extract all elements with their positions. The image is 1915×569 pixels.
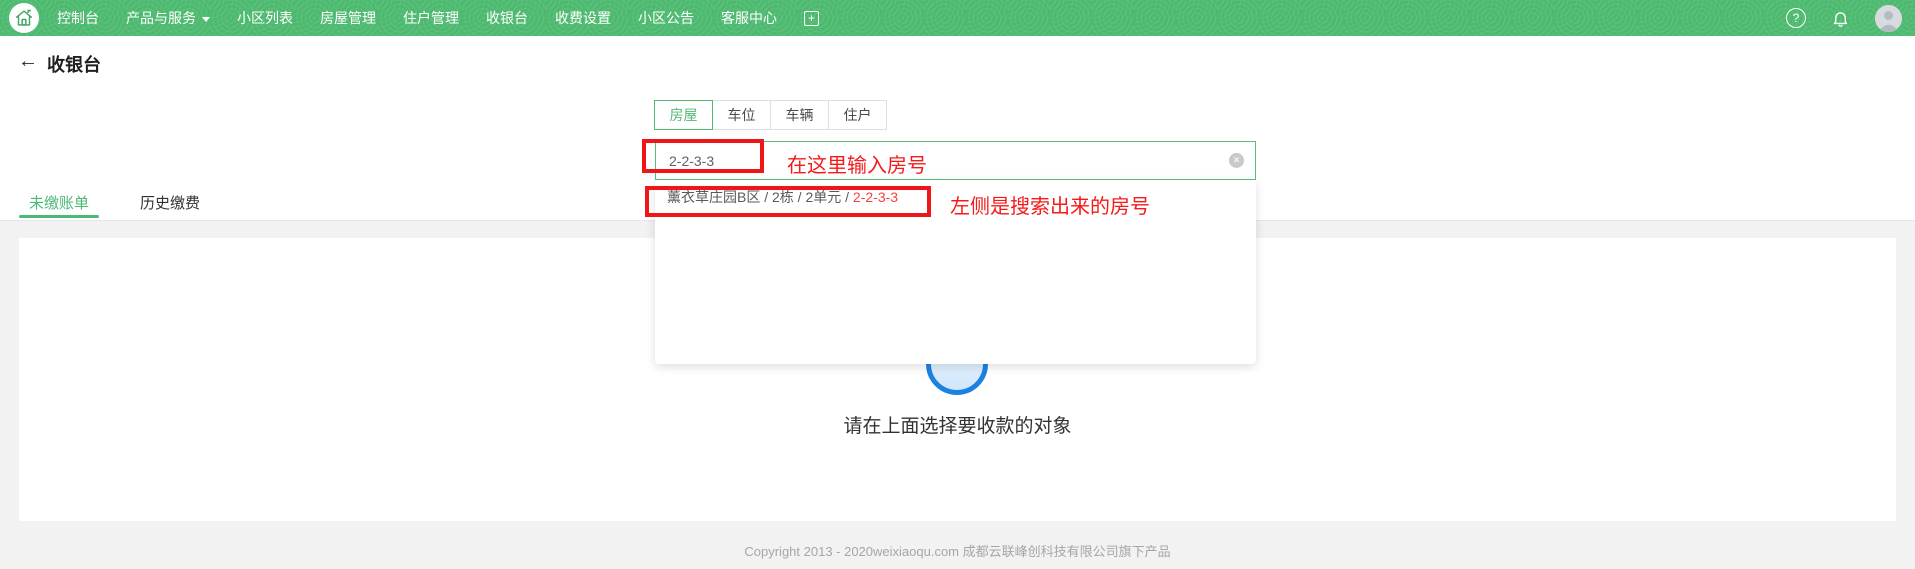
type-tab-house[interactable]: 房屋 (654, 100, 713, 130)
tab-unpaid-bills[interactable]: 未缴账单 (19, 192, 99, 213)
result-match-text: 2-2-3-3 (852, 189, 899, 205)
nav-item-console[interactable]: 控制台 (57, 8, 99, 28)
copyright-text: Copyright 2013 - 2020weixiaoqu.com 成都云联峰… (744, 544, 1171, 559)
nav-item-service-center[interactable]: 客服中心 (721, 8, 777, 28)
room-search-input[interactable] (656, 142, 1229, 179)
plus-square-icon[interactable]: + (804, 10, 819, 26)
top-navbar: 控制台 产品与服务 小区列表 房屋管理 住户管理 收银台 收费设置 小区公告 客… (0, 0, 1915, 36)
result-prefix: 薰衣草庄园B区 / 2栋 / 2单元 / (667, 189, 853, 205)
bell-icon[interactable] (1831, 9, 1850, 28)
nav-item-fee-settings[interactable]: 收费设置 (555, 8, 611, 28)
chevron-down-icon (202, 16, 210, 22)
type-tab-vehicle[interactable]: 车辆 (770, 100, 829, 130)
empty-state-message: 请在上面选择要收款的对象 (843, 416, 1072, 437)
avatar[interactable] (1875, 4, 1902, 32)
search-results-dropdown: 薰衣草庄园B区 / 2栋 / 2单元 / 2-2-3-3 (655, 180, 1256, 364)
back-arrow-icon[interactable]: ← (18, 50, 38, 73)
search-result-item[interactable]: 薰衣草庄园B区 / 2栋 / 2单元 / 2-2-3-3 (655, 180, 1256, 214)
nav-item-community-notice[interactable]: 小区公告 (638, 8, 694, 28)
app-logo[interactable] (9, 3, 39, 33)
nav-item-cashier[interactable]: 收银台 (486, 8, 528, 28)
tab-payment-history[interactable]: 历史缴费 (130, 192, 210, 213)
room-search-box: ✕ (655, 141, 1256, 180)
object-type-tabs: 房屋 车位 车辆 住户 (654, 100, 887, 130)
nav-item-community-list[interactable]: 小区列表 (237, 8, 293, 28)
navbar-right: ? (1786, 0, 1902, 36)
nav-item-products-services[interactable]: 产品与服务 (126, 8, 210, 28)
cashier-page: 控制台 产品与服务 小区列表 房屋管理 住户管理 收银台 收费设置 小区公告 客… (0, 0, 1915, 569)
active-tab-underline (19, 215, 99, 218)
nav-item-resident-management[interactable]: 住户管理 (403, 8, 459, 28)
type-tab-parking-space[interactable]: 车位 (712, 100, 771, 130)
clear-input-icon[interactable]: ✕ (1229, 153, 1244, 168)
house-logo-icon (13, 7, 35, 29)
nav-item-products-services-label: 产品与服务 (126, 10, 196, 26)
page-title: 收银台 (47, 55, 101, 75)
nav-menu: 控制台 产品与服务 小区列表 房屋管理 住户管理 收银台 收费设置 小区公告 客… (57, 0, 819, 36)
help-icon[interactable]: ? (1786, 8, 1806, 28)
nav-item-house-management[interactable]: 房屋管理 (320, 8, 376, 28)
type-tab-resident[interactable]: 住户 (828, 100, 887, 130)
